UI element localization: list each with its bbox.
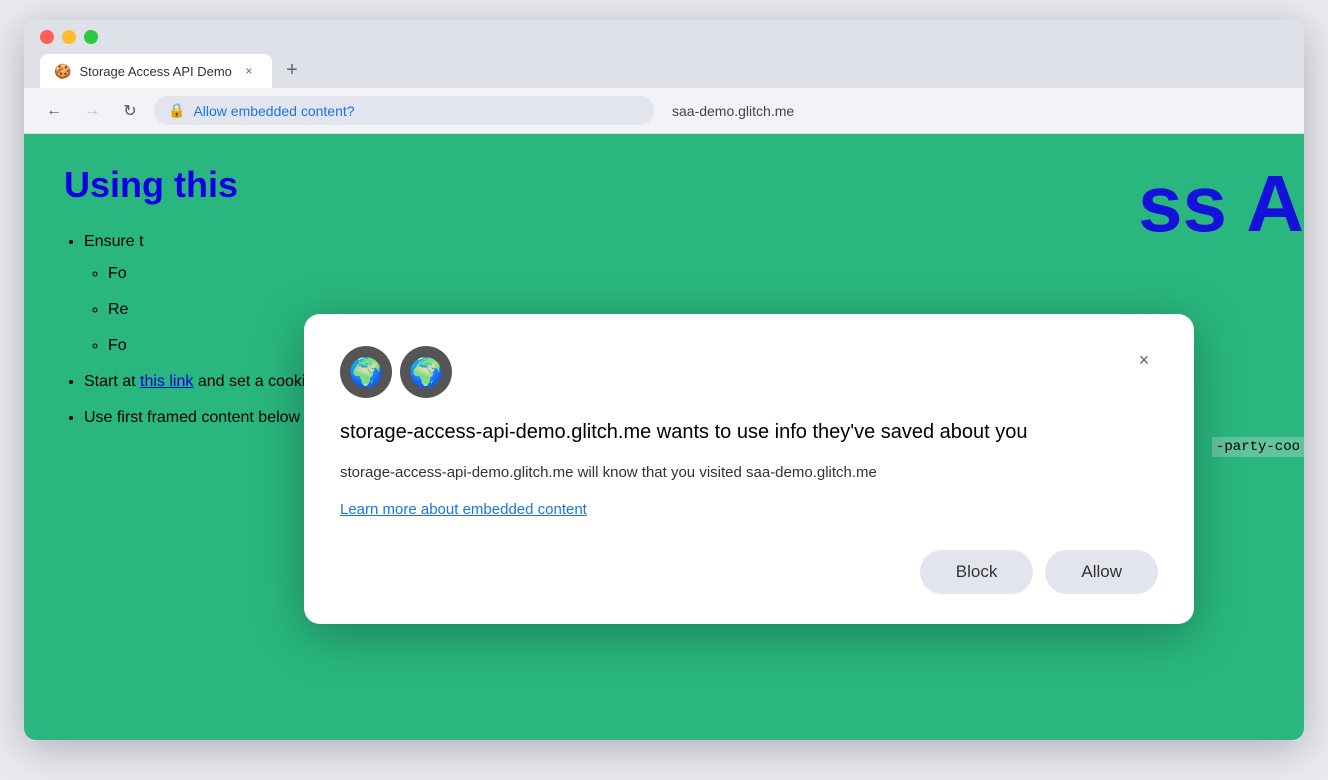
globe-icon-2: 🌍 bbox=[400, 346, 452, 398]
tab-favicon: 🍪 bbox=[54, 63, 71, 80]
new-tab-button[interactable]: + bbox=[276, 54, 308, 86]
maximize-button[interactable] bbox=[84, 30, 98, 44]
block-button[interactable]: Block bbox=[920, 550, 1034, 594]
allow-button[interactable]: Allow bbox=[1045, 550, 1158, 594]
active-tab[interactable]: 🍪 Storage Access API Demo × bbox=[40, 54, 272, 88]
page-content: Using this Ensure t Fo Re Fo Start at th… bbox=[24, 134, 1304, 740]
back-button[interactable]: ← bbox=[40, 97, 68, 125]
forward-button[interactable]: → bbox=[78, 97, 106, 125]
dialog-header: 🌍 🌍 × bbox=[340, 346, 1158, 398]
address-url: saa-demo.glitch.me bbox=[672, 103, 794, 119]
dialog-close-button[interactable]: × bbox=[1130, 346, 1158, 374]
address-bar-lock-icon: 🔒 bbox=[168, 102, 185, 119]
minimize-button[interactable] bbox=[62, 30, 76, 44]
tab-title: Storage Access API Demo bbox=[79, 64, 231, 79]
globe-icon-1: 🌍 bbox=[340, 346, 392, 398]
tab-close-button[interactable]: × bbox=[240, 62, 258, 80]
title-bar: 🍪 Storage Access API Demo × + bbox=[24, 20, 1304, 88]
dialog-description: storage-access-api-demo.glitch.me will k… bbox=[340, 462, 1158, 485]
learn-more-link[interactable]: Learn more about embedded content bbox=[340, 501, 1158, 518]
permission-text: Allow embedded content? bbox=[193, 103, 354, 119]
reload-button[interactable]: ↻ bbox=[116, 97, 144, 125]
address-bar[interactable]: 🔒 Allow embedded content? bbox=[154, 96, 654, 125]
nav-bar: ← → ↻ 🔒 Allow embedded content? saa-demo… bbox=[24, 88, 1304, 134]
browser-window: 🍪 Storage Access API Demo × + ← → ↻ 🔒 Al… bbox=[24, 20, 1304, 740]
dialog-title: storage-access-api-demo.glitch.me wants … bbox=[340, 418, 1158, 446]
dialog-actions: Block Allow bbox=[340, 550, 1158, 594]
close-button[interactable] bbox=[40, 30, 54, 44]
traffic-lights bbox=[40, 30, 1288, 44]
permission-dialog: 🌍 🌍 × storage-access-api-demo.glitch.me … bbox=[304, 314, 1194, 624]
tabs-row: 🍪 Storage Access API Demo × + bbox=[40, 54, 1288, 88]
dialog-icons: 🌍 🌍 bbox=[340, 346, 452, 398]
